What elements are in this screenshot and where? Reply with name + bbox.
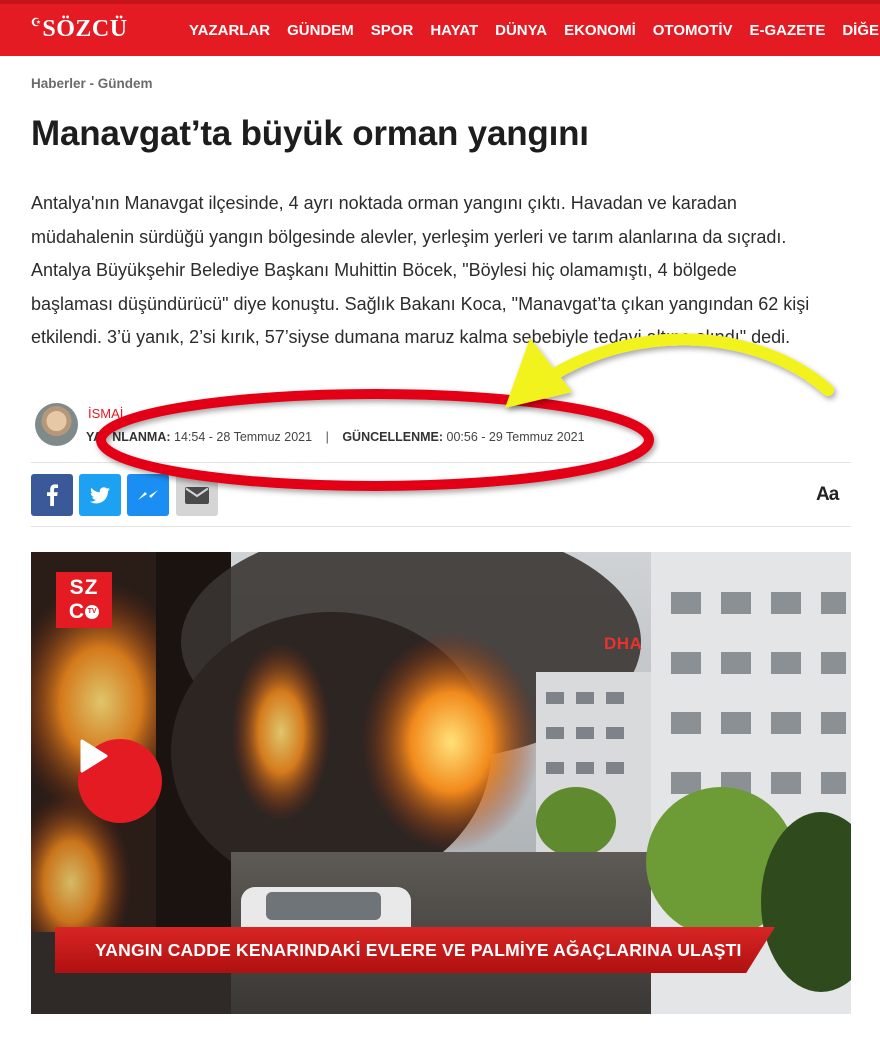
nav-item-diger-label: DİĞER — [842, 22, 880, 39]
nav-item-ekonomi[interactable]: EKONOMİ — [564, 22, 636, 39]
site-logo[interactable]: ☪SÖZCÜ — [31, 16, 128, 43]
facebook-icon — [47, 484, 58, 506]
twitter-icon — [90, 486, 110, 503]
nav-item-spor[interactable]: SPOR — [371, 22, 414, 39]
share-messenger-button[interactable] — [127, 474, 169, 516]
article-summary: Antalya'nın Manavgat ilçesinde, 4 ayrı n… — [31, 193, 810, 347]
date-separator: | — [325, 430, 329, 444]
messenger-icon — [138, 490, 158, 500]
main-nav: YAZARLAR GÜNDEM SPOR HAYAT DÜNYA EKONOMİ… — [189, 22, 880, 39]
breadcrumb[interactable]: Haberler - Gündem — [31, 76, 153, 91]
channel-logo: SZ C TV — [56, 572, 112, 628]
share-email-button[interactable] — [176, 474, 218, 516]
site-header: ☪SÖZCÜ YAZARLAR GÜNDEM SPOR HAYAT DÜNYA … — [0, 0, 880, 56]
published-date: 14:54 - 28 Temmuz 2021 — [174, 430, 313, 444]
nav-item-hayat[interactable]: HAYAT — [430, 22, 478, 39]
share-twitter-button[interactable] — [79, 474, 121, 516]
logo-text: SÖZCÜ — [42, 16, 128, 42]
article-dates: YA NLANMA: 14:54 - 28 Temmuz 2021 | GÜNCE… — [86, 430, 585, 444]
share-facebook-button[interactable] — [31, 474, 73, 516]
divider-top — [31, 462, 851, 463]
divider-bottom — [31, 526, 851, 527]
logo-mark-icon: ☪ — [31, 17, 42, 29]
author-name[interactable]: İSMAİ — [88, 406, 123, 421]
author-avatar[interactable] — [35, 403, 78, 446]
play-button[interactable] — [78, 739, 162, 823]
nav-item-yazarlar[interactable]: YAZARLAR — [189, 22, 270, 39]
nav-item-diger[interactable]: DİĞER — [842, 22, 880, 39]
published-label-tail: NLANMA: — [112, 430, 171, 444]
channel-logo-line1: SZ — [69, 576, 99, 599]
nav-item-gundem[interactable]: GÜNDEM — [287, 22, 354, 39]
font-size-label: Aa — [816, 484, 839, 505]
nav-item-otomotiv[interactable]: OTOMOTİV — [653, 22, 733, 39]
play-icon — [80, 739, 108, 773]
updated-label: GÜNCELLENME: — [342, 430, 444, 444]
published-label-head: YA — [86, 430, 103, 444]
updated-date: 00:56 - 29 Temmuz 2021 — [446, 430, 585, 444]
channel-logo-tv: TV — [85, 605, 100, 620]
article-title: Manavgat’ta büyük orman yangını — [31, 114, 589, 153]
font-size-button[interactable]: Aa — [816, 484, 839, 506]
ticker-text: YANGIN CADDE KENARINDAKİ EVLERE VE PALMİ… — [95, 939, 742, 960]
nav-item-egazete[interactable]: E-GAZETE — [750, 22, 826, 39]
news-ticker: YANGIN CADDE KENARINDAKİ EVLERE VE PALMİ… — [55, 927, 775, 973]
nav-item-dunya[interactable]: DÜNYA — [495, 22, 547, 39]
channel-logo-line2: C — [68, 600, 86, 623]
email-icon — [185, 486, 209, 504]
video-player[interactable]: SZ C TV DHA YANGIN CADDE KENARINDAKİ EVLER… — [31, 552, 851, 1014]
agency-logo: DHA — [604, 634, 643, 653]
